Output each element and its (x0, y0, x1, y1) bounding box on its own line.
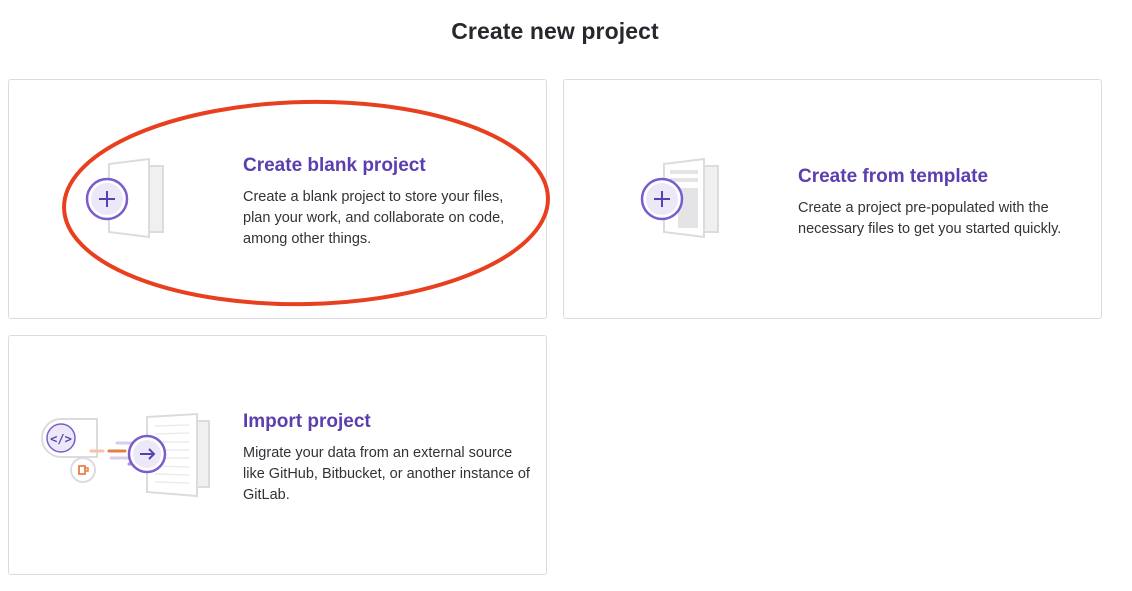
import-project-icon: </> (39, 412, 219, 498)
new-project-page: Create new project Create blank project … (0, 0, 1132, 591)
blank-project-icon (79, 156, 171, 242)
card-description: Migrate your data from an external sourc… (243, 445, 530, 503)
card-title: Create from template (798, 166, 989, 187)
import-project-card[interactable]: </> Import project Migrate your data fro… (8, 335, 547, 575)
card-description: Create a blank project to store your fil… (243, 189, 505, 247)
create-from-template-card[interactable]: Create from template Create a project pr… (563, 79, 1102, 319)
card-title: Create blank project (243, 155, 426, 176)
create-blank-project-card[interactable]: Create blank project Create a blank proj… (8, 79, 547, 319)
card-title: Import project (243, 411, 371, 432)
card-description: Create a project pre-populated with the … (798, 200, 1062, 237)
svg-text:</>: </> (50, 432, 72, 446)
template-project-icon (634, 156, 726, 242)
page-title: Create new project (451, 18, 659, 44)
